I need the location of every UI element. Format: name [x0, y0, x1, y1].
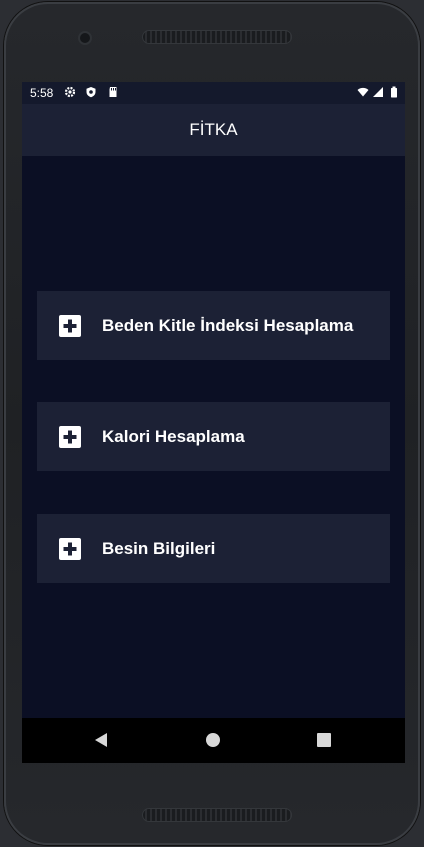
battery-icon [391, 86, 397, 98]
status-bar: 5:58 [22, 82, 405, 104]
menu-item-calorie[interactable]: Kalori Hesaplama [37, 402, 390, 471]
menu-item-bmi[interactable]: Beden Kitle İndeksi Hesaplama [37, 291, 390, 360]
medical-plus-icon [59, 538, 81, 560]
menu-item-label: Beden Kitle İndeksi Hesaplama [102, 315, 354, 335]
front-camera [80, 33, 90, 43]
recents-icon[interactable] [314, 730, 334, 750]
screen: 5:58 FİTKA Beden Kitle İndeksi Hesaplama… [22, 82, 405, 763]
sd-card-icon [109, 87, 117, 97]
gear-icon [64, 86, 76, 98]
wifi-icon [357, 87, 369, 97]
navigation-bar [22, 718, 405, 763]
medical-plus-icon [59, 426, 81, 448]
back-icon[interactable] [92, 730, 112, 750]
app-bar: FİTKA [22, 104, 405, 156]
app-title: FİTKA [189, 120, 238, 139]
bottom-speaker [142, 808, 292, 822]
signal-icon [373, 87, 383, 97]
top-speaker [142, 30, 292, 44]
shield-icon [86, 87, 96, 98]
menu-item-label: Besin Bilgileri [102, 538, 216, 558]
menu-item-label: Kalori Hesaplama [102, 426, 245, 446]
medical-plus-icon [59, 315, 81, 337]
status-time: 5:58 [30, 86, 54, 100]
home-icon[interactable] [203, 730, 223, 750]
menu-item-nutrition[interactable]: Besin Bilgileri [37, 514, 390, 583]
